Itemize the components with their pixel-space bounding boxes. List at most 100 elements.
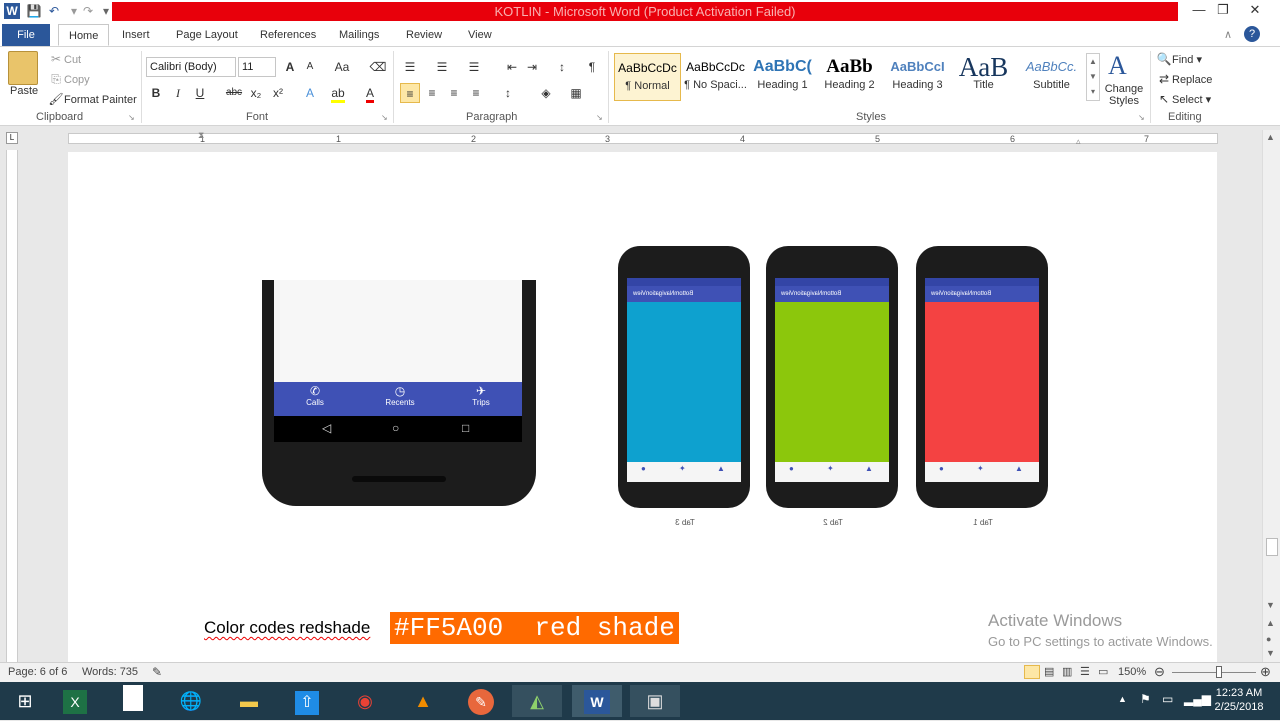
- previous-page-icon[interactable]: ▲: [1266, 618, 1275, 628]
- find-button[interactable]: 🔍Find ▾: [1156, 51, 1202, 68]
- home-icon[interactable]: ○: [392, 421, 399, 435]
- phone-image-right[interactable]: BottomNavigationView ● ✦ ▲: [766, 246, 898, 508]
- chrome-icon[interactable]: ◉: [340, 685, 390, 717]
- multilevel-list-icon[interactable]: ☰: [464, 57, 484, 77]
- upload-icon[interactable]: ⇧: [282, 685, 332, 717]
- word-count[interactable]: Words: 735: [82, 666, 138, 678]
- save-icon[interactable]: 💾: [26, 3, 42, 19]
- format-painter-button[interactable]: 🖌Format Painter: [48, 91, 136, 108]
- network-icon[interactable]: ▭: [1162, 692, 1173, 706]
- italic-button[interactable]: I: [168, 83, 188, 103]
- tray-arrow-icon[interactable]: ▲: [1118, 694, 1127, 704]
- word-taskbar-icon[interactable]: W: [572, 685, 622, 717]
- strikethrough-button[interactable]: abc: [224, 83, 244, 103]
- nav-item-calls[interactable]: ✆ Calls: [298, 384, 332, 407]
- ribbon-collapse-icon[interactable]: ∧: [1224, 28, 1232, 41]
- excel-icon[interactable]: X: [50, 685, 100, 717]
- decrease-indent-icon[interactable]: ⇤: [502, 57, 522, 77]
- highlight-icon[interactable]: ab: [328, 83, 348, 103]
- zoom-slider[interactable]: [1172, 672, 1256, 673]
- grow-font-button[interactable]: A: [280, 57, 300, 77]
- vlc-icon[interactable]: ▲: [398, 685, 448, 717]
- font-name-combo[interactable]: Calibri (Body): [146, 57, 236, 77]
- full-screen-icon[interactable]: ▤: [1044, 665, 1054, 678]
- replace-button[interactable]: ⇄ Replace: [1156, 71, 1212, 88]
- zoom-level[interactable]: 150%: [1118, 666, 1146, 678]
- dialog-launcher-icon[interactable]: ↘: [381, 113, 388, 122]
- show-formatting-button[interactable]: ¶: [582, 57, 602, 77]
- windows-start-icon[interactable]: ⊞: [0, 685, 50, 717]
- phone-image-right[interactable]: BottomNavigationView ● ✦ ▲: [618, 246, 750, 508]
- outline-icon[interactable]: ☰: [1080, 665, 1090, 678]
- print-layout-icon[interactable]: [1024, 665, 1040, 679]
- tab-view[interactable]: View: [458, 24, 502, 46]
- highlighted-color-code[interactable]: #FF5A00 red shade: [390, 612, 679, 644]
- style-item[interactable]: AaBbCcDc ¶ Normal: [614, 53, 681, 101]
- copy-button[interactable]: ⎘ Copy: [48, 71, 90, 88]
- align-right-icon[interactable]: ≡: [444, 83, 464, 103]
- back-icon[interactable]: ◁: [322, 421, 331, 435]
- tab-icon[interactable]: ✦: [977, 464, 984, 473]
- font-color-icon[interactable]: A: [360, 83, 380, 103]
- align-left-icon[interactable]: ≡: [400, 83, 420, 103]
- nav-item-recents[interactable]: ◷ Recents: [380, 384, 420, 407]
- restore-button[interactable]: ❐: [1206, 0, 1240, 20]
- tab-icon[interactable]: ✦: [679, 464, 686, 473]
- dialog-launcher-icon[interactable]: ↘: [596, 113, 603, 122]
- style-item[interactable]: AaB Title: [950, 53, 1017, 101]
- numbering-icon[interactable]: ☰: [432, 57, 452, 77]
- increase-indent-icon[interactable]: ⇥: [522, 57, 542, 77]
- font-size-combo[interactable]: 11: [238, 57, 276, 77]
- scroll-down-icon[interactable]: ▼: [1266, 600, 1275, 610]
- circle-icon[interactable]: ▲: [865, 464, 873, 473]
- ie-icon[interactable]: 🌐: [166, 685, 216, 717]
- borders-icon[interactable]: ▦: [566, 83, 586, 103]
- home-icon[interactable]: ●: [789, 464, 794, 473]
- phone-image-right[interactable]: BottomNavigationView ● ✦ ▲: [916, 246, 1048, 508]
- style-item[interactable]: AaBbCc. Subtitle: [1018, 53, 1085, 101]
- vertical-scrollbar[interactable]: ▲ ▼ ▲ ● ▼: [1262, 130, 1280, 662]
- dialog-launcher-icon[interactable]: ↘: [128, 113, 135, 122]
- scroll-up-icon[interactable]: ▲: [1266, 132, 1275, 142]
- superscript-button[interactable]: x²: [268, 83, 288, 103]
- indent-marker-icon[interactable]: ⧗: [198, 130, 204, 141]
- phone-image-left[interactable]: ✆ Calls ◷ Recents ✈ Trips ◁ ○ □: [262, 280, 536, 506]
- document-page[interactable]: ✆ Calls ◷ Recents ✈ Trips ◁ ○ □ BottomNavig…: [68, 152, 1217, 662]
- undo-icon[interactable]: ↶: [46, 3, 62, 19]
- styles-scroll[interactable]: ▲ ▼ ▾: [1086, 53, 1100, 101]
- recents-icon[interactable]: □: [462, 421, 469, 435]
- browse-object-icon[interactable]: ●: [1266, 634, 1271, 644]
- document-icon[interactable]: [108, 685, 158, 717]
- shrink-font-button[interactable]: A: [300, 57, 320, 77]
- file-explorer-icon[interactable]: ▬: [224, 685, 274, 717]
- zoom-thumb[interactable]: [1216, 666, 1222, 678]
- scroll-thumb[interactable]: [1266, 538, 1278, 556]
- line-spacing-icon[interactable]: ↕: [498, 83, 518, 103]
- signal-icon[interactable]: ▂▄▆: [1184, 692, 1211, 706]
- change-case-button[interactable]: Aa: [332, 57, 352, 77]
- close-button[interactable]: ✕: [1238, 0, 1272, 20]
- text-effects-icon[interactable]: A: [300, 83, 320, 103]
- bold-button[interactable]: B: [146, 83, 166, 103]
- align-center-icon[interactable]: ≡: [422, 83, 442, 103]
- next-page-icon[interactable]: ▼: [1266, 648, 1275, 658]
- draft-icon[interactable]: ▭: [1098, 665, 1108, 678]
- nav-item-trips[interactable]: ✈ Trips: [464, 384, 498, 407]
- zoom-out-icon[interactable]: ⊖: [1154, 664, 1165, 680]
- style-item[interactable]: AaBbCcI Heading 3: [884, 53, 951, 101]
- home-icon[interactable]: ●: [641, 464, 646, 473]
- paste-button[interactable]: Paste: [10, 83, 38, 99]
- subscript-button[interactable]: x₂: [246, 83, 266, 103]
- tab-home[interactable]: Home: [58, 24, 110, 46]
- clock[interactable]: 12:23 AM 2/25/2018: [1208, 686, 1270, 714]
- action-center-icon[interactable]: ⚑: [1140, 692, 1151, 706]
- shading-icon[interactable]: ◈: [536, 83, 556, 103]
- clear-formatting-icon[interactable]: ⌫: [368, 57, 388, 77]
- horizontal-ruler[interactable]: L 11234567 ⧗ ▵: [0, 126, 1280, 150]
- paste-icon[interactable]: [8, 51, 38, 85]
- style-item[interactable]: AaBbCcDc ¶ No Spaci...: [682, 53, 749, 101]
- tab-icon[interactable]: ✦: [827, 464, 834, 473]
- tab-references[interactable]: References: [250, 24, 326, 46]
- change-styles-button[interactable]: Change Styles: [1104, 83, 1144, 107]
- change-styles-icon[interactable]: A: [1108, 51, 1127, 81]
